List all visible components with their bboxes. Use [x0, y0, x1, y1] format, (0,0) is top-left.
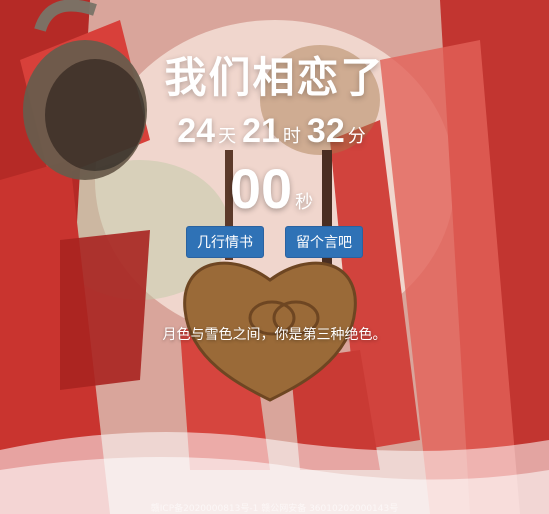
timer-days: 24: [177, 112, 216, 150]
page-background: 我们相恋了 24 天 21 时 32 分 00 秒 几行情书 留个言吧 月色与雪色之间，你是…: [0, 0, 549, 514]
timer-days-unit: 天: [218, 126, 237, 147]
love-letter-button[interactable]: 几行情书: [185, 226, 264, 258]
footer-icp[interactable]: 赣ICP备2020000813号-1 赣公网安备 36010202000143号: [0, 501, 549, 514]
timer-minutes: 32: [306, 112, 345, 150]
timer-seconds-unit: 秒: [295, 192, 314, 213]
timer-hours: 21: [242, 112, 280, 150]
timer-minutes-unit: 分: [347, 126, 366, 147]
page-title: 我们相恋了: [164, 53, 385, 102]
love-quote: 月色与雪色之间，你是第三种绝色。: [162, 327, 387, 343]
leave-message-button[interactable]: 留个言吧: [285, 226, 364, 258]
timer-hours-unit: 时: [282, 126, 301, 147]
timer-seconds-line: 00 秒: [0, 156, 549, 221]
love-timer: 24 天 21 时 32 分: [0, 112, 549, 151]
action-buttons: 几行情书 留个言吧: [0, 226, 549, 258]
timer-seconds: 00: [229, 157, 293, 220]
